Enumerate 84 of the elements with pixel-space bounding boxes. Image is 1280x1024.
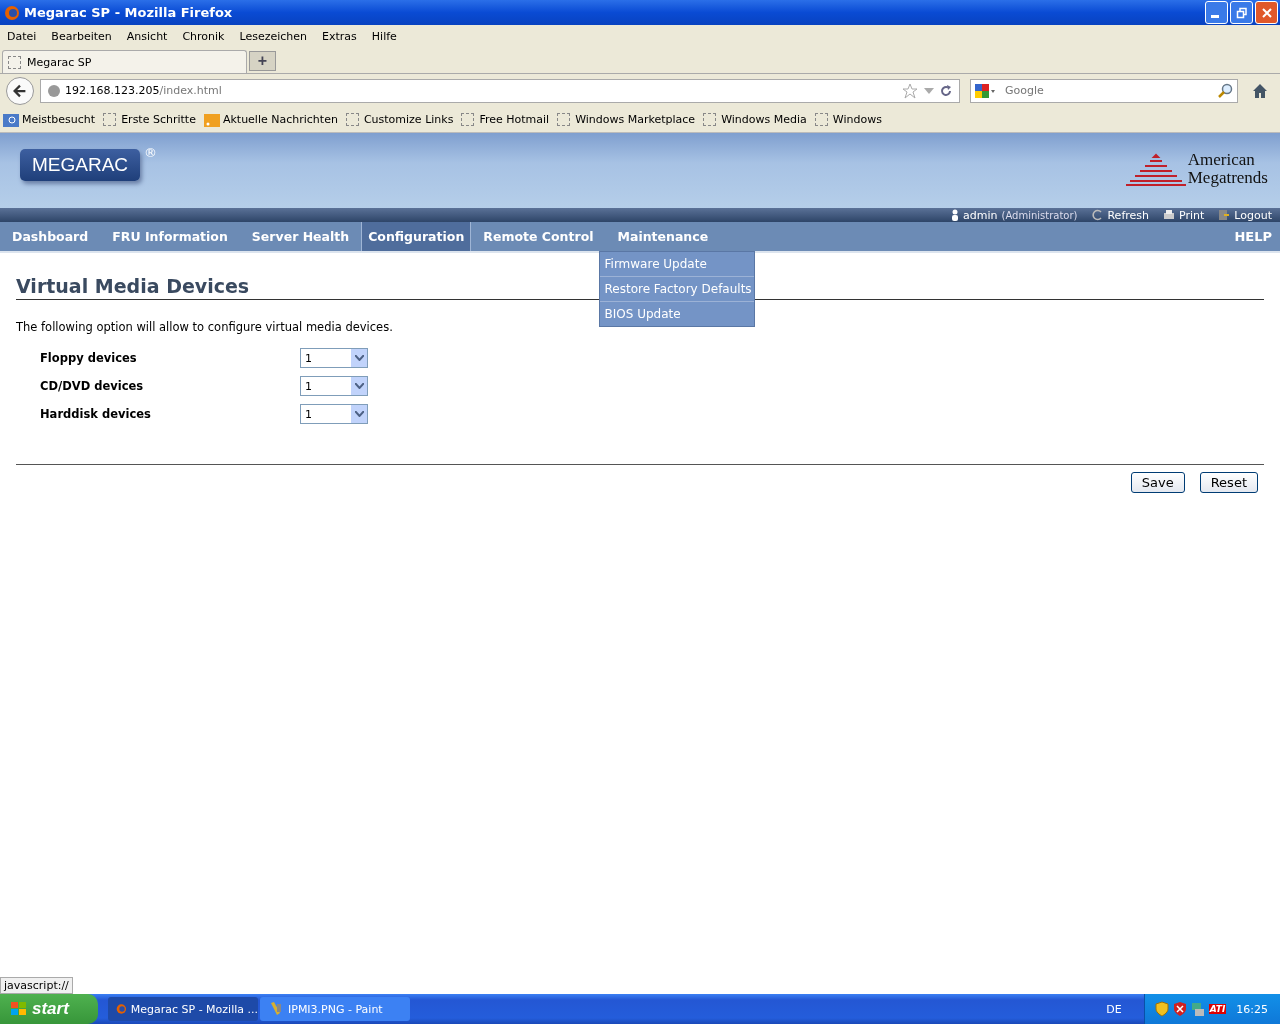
search-field[interactable]: Google: [970, 78, 1238, 103]
browser-tab[interactable]: Megarac SP: [2, 50, 247, 73]
firefox-icon: [4, 4, 20, 21]
nav-tab[interactable]: Configuration: [361, 222, 472, 251]
page-icon: [103, 113, 117, 126]
user-icon: [951, 209, 959, 221]
bookmark-item[interactable]: Aktuelle Nachrichten: [203, 112, 338, 127]
feed-icon: [203, 112, 220, 127]
reload-icon[interactable]: [939, 83, 953, 98]
folder-icon: [3, 112, 19, 127]
dropdown-icon[interactable]: [923, 85, 935, 96]
menu-item[interactable]: Ansicht: [126, 29, 168, 43]
menu-item[interactable]: Bearbeiten: [51, 29, 112, 43]
bookmark-item[interactable]: Free Hotmail: [461, 113, 550, 126]
shield-icon[interactable]: [1172, 1001, 1187, 1017]
language-indicator[interactable]: DE: [1106, 1002, 1122, 1016]
refresh-icon: [1091, 209, 1104, 221]
registered-mark: ®: [144, 145, 158, 160]
minimize-icon: [1211, 14, 1219, 18]
form-button[interactable]: Reset: [1199, 472, 1258, 493]
search-icon[interactable]: [1217, 82, 1233, 99]
home-icon[interactable]: [1252, 82, 1268, 99]
field-label: Floppy devices: [40, 351, 138, 365]
page-icon: [814, 113, 828, 126]
page-icon: [345, 113, 359, 126]
bookmark-item[interactable]: Windows Marketplace: [557, 113, 696, 126]
user-role: (Administrator): [1001, 209, 1078, 221]
user-name: admin: [963, 208, 998, 222]
megarac-logo: MEGARAC: [20, 149, 141, 181]
bookmark-star-icon[interactable]: [901, 82, 919, 99]
restore-button[interactable]: [1230, 1, 1253, 24]
minimize-button[interactable]: [1205, 1, 1228, 24]
status-text: javascript://: [0, 977, 73, 994]
menu-item[interactable]: Datei: [7, 29, 37, 43]
search-engine-icon[interactable]: [974, 82, 996, 99]
taskbar-button[interactable]: Megarac SP - Mozilla ...: [108, 997, 258, 1021]
address-field[interactable]: 192.168.123.205/index.html: [40, 78, 960, 103]
bookmark-item[interactable]: Meistbesucht: [3, 112, 96, 127]
bookmark-item[interactable]: Erste Schritte: [103, 113, 196, 126]
tray-app-icon[interactable]: ATI: [1208, 1004, 1227, 1014]
restore-icon: [1235, 6, 1248, 19]
menu-item[interactable]: Chronik: [182, 29, 225, 43]
page-icon: [8, 55, 21, 69]
field-label: CD/DVD devices: [40, 379, 145, 393]
menu-item[interactable]: Lesezeichen: [239, 29, 308, 43]
back-button[interactable]: [6, 76, 34, 105]
window-title: Megarac SP - Mozilla Firefox: [24, 5, 233, 20]
shield-icon[interactable]: [1154, 1001, 1169, 1017]
nav-tab[interactable]: FRU Information: [100, 222, 240, 251]
windows-logo-icon: [10, 1001, 28, 1017]
page-icon: [703, 113, 717, 126]
nav-tab[interactable]: Remote Control: [471, 222, 606, 251]
form-button[interactable]: Save: [1130, 472, 1185, 493]
printer-icon: [1163, 209, 1175, 221]
count-select[interactable]: 1: [300, 404, 368, 424]
count-select[interactable]: 1: [300, 348, 368, 368]
menu-item[interactable]: Hilfe: [371, 29, 397, 43]
logout-icon: [1218, 209, 1231, 221]
header-link[interactable]: Refresh: [1091, 208, 1149, 222]
taskbar-button[interactable]: IPMI3.PNG - Paint: [260, 997, 410, 1021]
description-text: The following option will allow to configure virtual media devices.: [16, 320, 394, 334]
menu-item[interactable]: Extras: [322, 29, 357, 43]
bookmark-item[interactable]: Windows Media: [703, 113, 807, 126]
header-link[interactable]: Logout: [1218, 208, 1272, 222]
nav-tab[interactable]: Dashboard: [0, 222, 101, 251]
paint-icon: [268, 1001, 284, 1017]
vendor-name: American Megatrends: [1187, 151, 1268, 187]
page-icon: [557, 113, 571, 126]
header-link[interactable]: Print: [1163, 208, 1205, 222]
page-icon: [461, 113, 475, 126]
count-select[interactable]: 1: [300, 376, 368, 396]
nav-tab[interactable]: Server Health: [239, 222, 362, 251]
pyramid-logo-icon: [1125, 153, 1186, 187]
help-link[interactable]: HELP: [1234, 222, 1272, 251]
new-tab-button[interactable]: +: [249, 51, 276, 71]
firefox-icon: [116, 1001, 127, 1017]
nav-tab[interactable]: Maintenance: [605, 222, 721, 251]
globe-icon: [47, 83, 61, 98]
close-button[interactable]: [1255, 1, 1278, 24]
bookmark-item[interactable]: Windows: [814, 113, 882, 126]
clock: 16:25: [1236, 1002, 1268, 1016]
field-label: Harddisk devices: [40, 407, 152, 421]
close-icon: [1260, 6, 1273, 19]
bookmark-item[interactable]: Customize Links: [345, 113, 454, 126]
